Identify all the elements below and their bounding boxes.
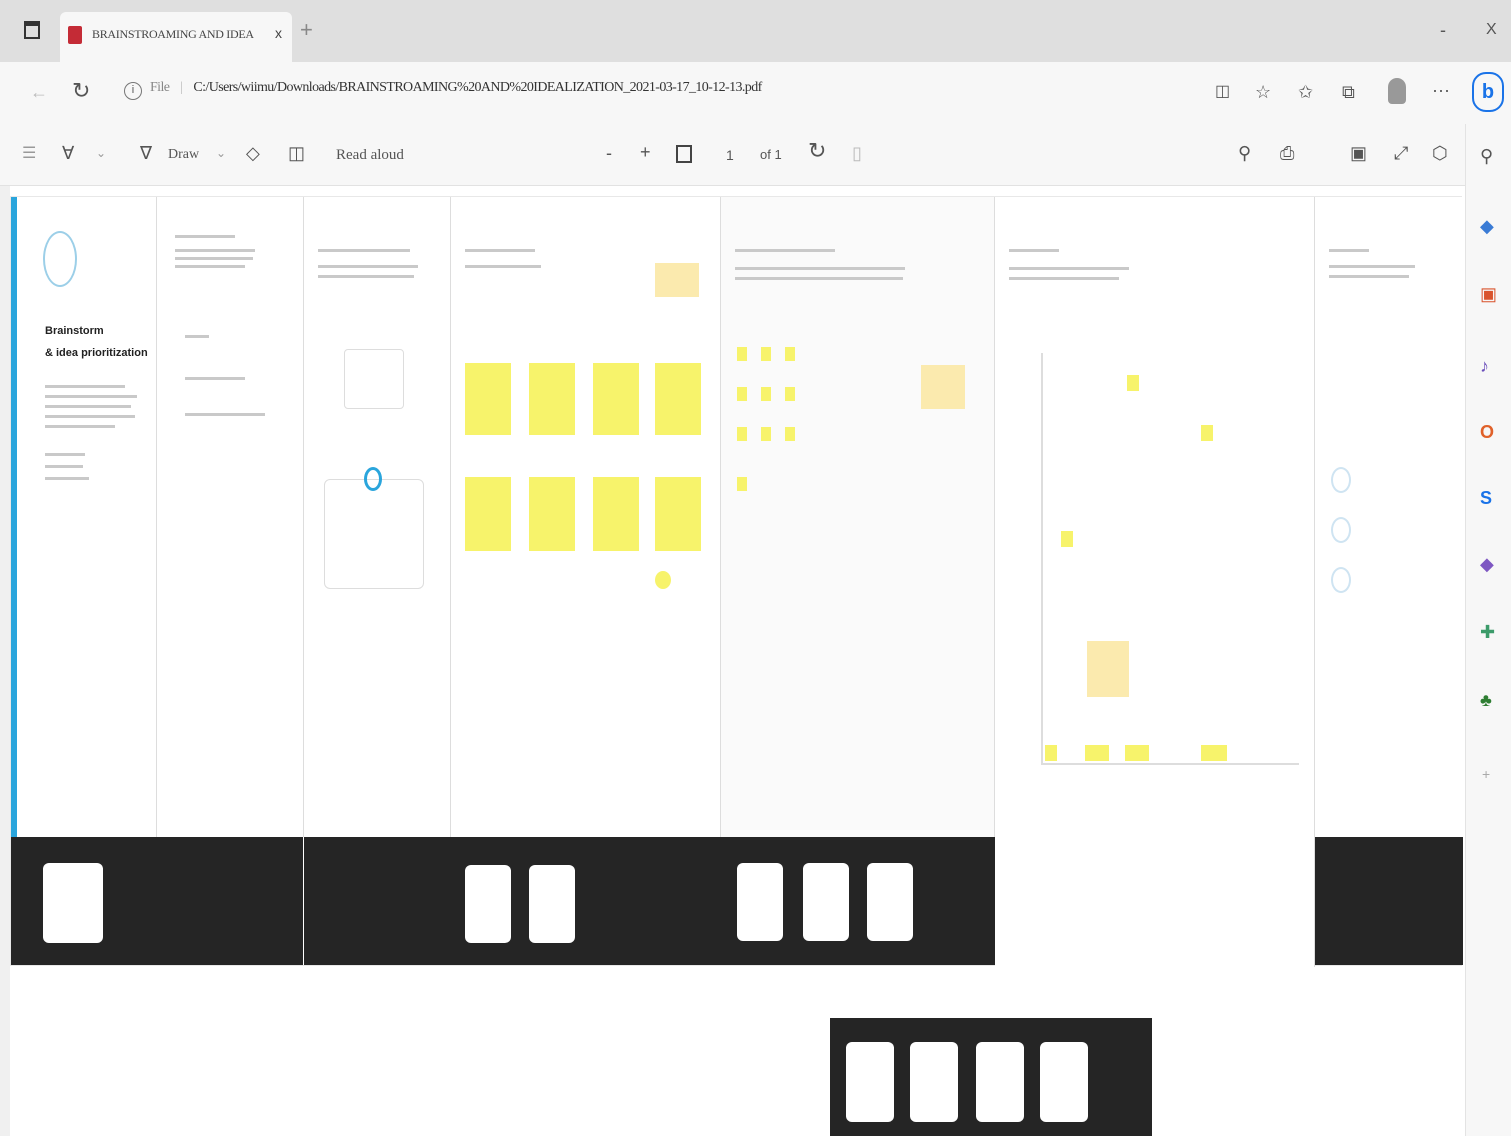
brainstorm-column [451, 197, 721, 837]
bing-icon[interactable]: b [1472, 72, 1504, 112]
tab-title: BRAINSTROAMING AND IDEA [92, 27, 254, 41]
tools-icon[interactable]: ♪ [1480, 356, 1489, 376]
draw-icon[interactable]: ∇ [140, 143, 152, 163]
prioritize-column [995, 197, 1315, 967]
overflow-dark-band [830, 1018, 1152, 1136]
tree-icon[interactable]: ♣ [1480, 690, 1492, 710]
save-icon[interactable]: ▣ [1350, 143, 1367, 163]
pdf-page: Brainstorm & idea prioritization [10, 196, 1463, 967]
zoom-out-button[interactable]: - [606, 143, 612, 163]
outlook-icon[interactable]: S [1480, 488, 1492, 508]
browser-tab-bar: BRAINSTROAMING AND IDEA x + - X [0, 0, 1511, 62]
url-text: C:/Users/wiimu/Downloads/BRAINSTROAMING%… [193, 80, 762, 95]
sidebar-search-icon[interactable]: ⚲ [1480, 146, 1493, 166]
group-ideas-column [721, 197, 995, 837]
pdf-file-icon [68, 26, 82, 44]
timer-card [344, 349, 404, 409]
minimize-button[interactable]: - [1440, 20, 1446, 40]
sidebar-tag-icon[interactable]: ◆ [1480, 216, 1494, 236]
dark-band-5 [1315, 837, 1463, 965]
timer-icon [364, 467, 382, 491]
save-as-icon[interactable]: ⤢ [1394, 143, 1408, 163]
back-icon[interactable]: ← [30, 82, 48, 102]
two-page-icon[interactable]: ▯ [852, 143, 862, 163]
games-icon[interactable]: ◆ [1480, 554, 1494, 574]
contents-icon[interactable]: ☰ [22, 144, 36, 164]
add-icon[interactable]: + [1482, 764, 1490, 784]
new-tab-button[interactable]: + [300, 19, 313, 41]
highlight-menu-icon[interactable]: ⌄ [96, 143, 106, 163]
address-input[interactable]: File | C:/Users/wiimu/Downloads/BRAINSTR… [150, 80, 1230, 112]
url-prefix: File [150, 80, 170, 95]
intro-column: Brainstorm & idea prioritization [11, 197, 157, 837]
close-window-button[interactable]: X [1486, 20, 1497, 40]
settings-card [324, 479, 424, 589]
priority-grid [1041, 353, 1299, 765]
info-icon[interactable]: i [124, 82, 142, 100]
read-aloud-button[interactable]: Read aloud [336, 145, 404, 165]
next-steps-column [1315, 197, 1463, 837]
page-number-input[interactable]: 1 [726, 145, 734, 165]
refresh-icon[interactable]: ↻ [72, 80, 90, 102]
step-2-column [304, 197, 451, 837]
edge-sidebar: ⚲ ◆ ▣ ♪ O S ◆ ✚ ♣ + [1465, 124, 1511, 1136]
dark-band-2 [304, 837, 451, 965]
dark-band-3 [451, 837, 721, 965]
shopping-icon[interactable]: ▣ [1480, 284, 1497, 304]
draw-menu-icon[interactable]: ⌄ [216, 143, 226, 163]
collections-icon[interactable]: ⧉ [1342, 82, 1355, 102]
read-mode-icon[interactable]: ◫ [1215, 82, 1230, 102]
rotate-icon[interactable]: ↻ [808, 140, 826, 162]
dark-band-1 [11, 837, 303, 965]
address-bar-row: ← ↻ i File | C:/Users/wiimu/Downloads/BR… [0, 62, 1511, 124]
intro-title-line2: & idea prioritization [45, 347, 148, 359]
intro-title-line1: Brainstorm [45, 325, 104, 337]
intro-stripe [11, 197, 17, 837]
page-total: of 1 [760, 147, 782, 162]
highlight-icon[interactable]: ∀ [62, 143, 74, 163]
tab-actions-icon[interactable] [24, 21, 40, 39]
tab-close-button[interactable]: x [275, 25, 282, 41]
office-icon[interactable]: O [1480, 422, 1494, 442]
dark-band-4 [721, 837, 995, 965]
bulb-icon [43, 231, 77, 287]
skype-icon[interactable]: ✚ [1480, 622, 1495, 642]
draw-label[interactable]: Draw [168, 145, 199, 165]
favorite-icon[interactable]: ☆ [1255, 82, 1271, 102]
search-icon[interactable]: ⚲ [1238, 143, 1251, 163]
more-icon[interactable]: ··· [1432, 80, 1450, 100]
pdf-toolbar: ☰ ∀ ⌄ ∇ Draw ⌄ ◇ ◫ Read aloud - + 1 of 1… [0, 124, 1465, 186]
favorites-bar-icon[interactable]: ✩ [1298, 82, 1313, 102]
page-view-icon[interactable]: ◫ [288, 143, 305, 163]
zoom-in-button[interactable]: + [640, 142, 651, 162]
profile-icon[interactable] [1388, 78, 1406, 104]
browser-tab[interactable]: BRAINSTROAMING AND IDEA x [60, 12, 292, 62]
pin-icon[interactable]: ⬡ [1432, 143, 1448, 163]
print-icon[interactable]: ⎙ [1280, 143, 1294, 163]
step-1-column [157, 197, 304, 837]
pdf-left-margin [0, 186, 10, 1136]
eraser-icon[interactable]: ◇ [246, 143, 260, 163]
fit-page-icon[interactable] [676, 145, 692, 163]
